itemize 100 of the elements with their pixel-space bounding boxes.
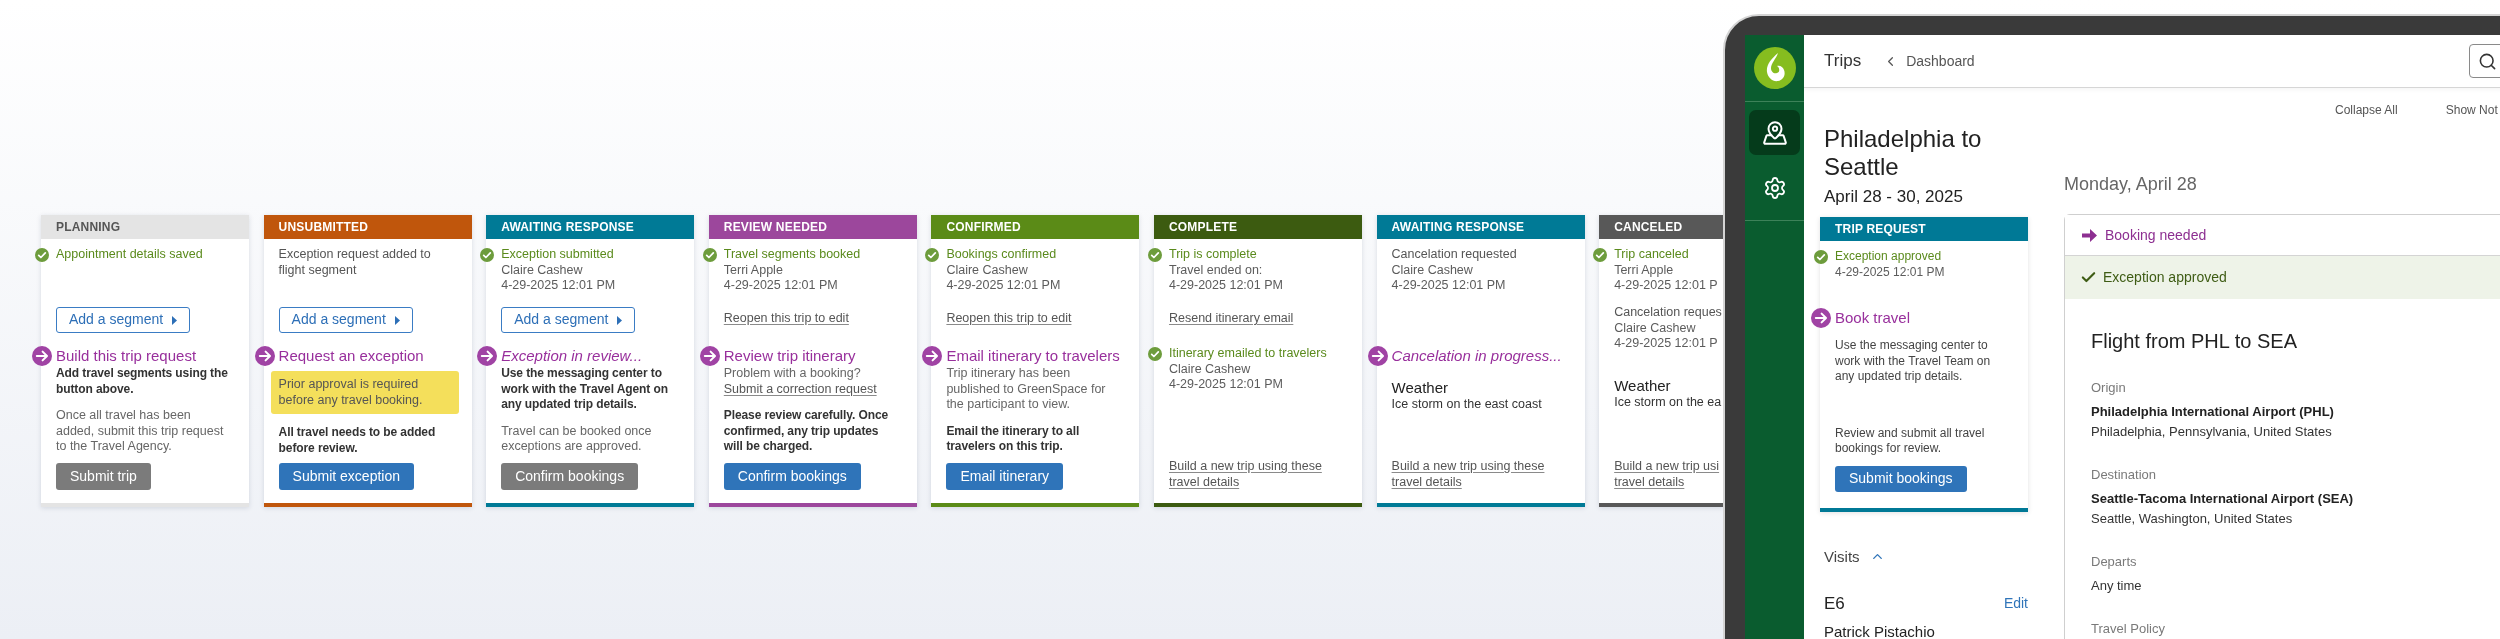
text-link[interactable]: Reopen this trip to edit [946, 311, 1072, 325]
event-title: Bookings confirmed [946, 247, 1058, 263]
banner-text: Exception approved [2103, 268, 2227, 287]
status-header: CONFIRMED [931, 215, 1140, 239]
edit-link[interactable]: Edit [2003, 593, 2028, 614]
event-detail: Claire Cashew [1614, 320, 1697, 336]
instruction-text: Email the itinerary to all travelers on this trip. [946, 423, 1081, 455]
banner-text: Booking needed [2105, 225, 2207, 245]
field-label: Origin [2091, 379, 2127, 397]
event-detail: Claire Cashew [501, 262, 584, 278]
action-button[interactable]: Confirm bookings [723, 463, 861, 490]
next-step-heading: Email itinerary to travelers [946, 347, 1120, 365]
field-value: Seattle-Tacoma International Airport (SEA) [2091, 490, 2355, 508]
event-detail: 4-29-2025 12:01 PM [1168, 278, 1283, 294]
event-detail: 4-29-2025 12:01 PM [723, 278, 839, 294]
event-detail: 4-29-2025 12:01 PM [1835, 264, 1945, 280]
text-link[interactable]: Reopen this trip to edit [723, 311, 849, 325]
text-link[interactable]: Submit a correction request [723, 381, 877, 396]
event-detail: Claire Cashew [1391, 262, 1474, 278]
field-label: Travel Policy [2091, 620, 2166, 638]
event-detail: Terri Apple [1614, 262, 1675, 278]
event-detail: 4-29-2025 12:01 PM [501, 278, 616, 294]
instruction-text: Please review carefully. Once confirmed, any trip updates will be charged. [723, 408, 890, 455]
flame-logo [1753, 47, 1796, 89]
event-detail: 4-29-2025 12:01 PM [1391, 278, 1507, 294]
toolbar-button[interactable]: Show Not [2445, 100, 2498, 120]
event-title: Itinerary emailed to travelers [1168, 346, 1327, 362]
field-label: Destination [2091, 466, 2158, 484]
event-detail: Claire Cashew [1168, 361, 1252, 377]
caret-right-icon [394, 315, 400, 325]
reason-text: Ice storm on the east coast [1391, 397, 1543, 413]
event-title: Appointment details saved [56, 247, 203, 263]
instruction-text: Use the messaging center to work with the Travel Agent on any updated trip details. [501, 366, 669, 413]
toolbar-button[interactable]: Collapse All [2335, 100, 2398, 120]
next-step-heading: Book travel [1835, 309, 1911, 327]
action-button[interactable]: Submit bookings [1835, 465, 1967, 492]
status-header: AWAITING RESPONSE [1376, 215, 1585, 239]
add-segment-button[interactable]: Add a segment [278, 307, 413, 333]
event-title: Cancelation reques [1614, 305, 1722, 321]
page-title: Trips [1824, 50, 1862, 73]
status-header: PLANNING [41, 215, 249, 239]
event-title: Travel segments booked [723, 247, 861, 263]
body-text: Use the messaging center to work with the Travel Team on any updated trip details. [1835, 338, 1992, 385]
settings-icon[interactable] [1762, 176, 1787, 200]
search-icon [2478, 51, 2497, 71]
event-title: Trip is complete [1168, 247, 1258, 263]
segment-title: Flight from PHL to SEA [2091, 329, 2298, 354]
instruction-text: Add travel segments using the button above. [56, 366, 229, 397]
field-detail: Any time [2091, 577, 2143, 595]
hint-text: Travel can be booked once exceptions are approved. [501, 423, 653, 455]
status-header: REVIEW NEEDED [708, 215, 917, 239]
map-icon [1761, 119, 1788, 146]
status-header: COMPLETE [1153, 215, 1362, 239]
trip-title: Philadelphia to Seattle [1824, 125, 1983, 181]
field-label: Departs [2091, 553, 2138, 571]
action-button[interactable]: Email itinerary [946, 463, 1064, 490]
next-step-heading: Build this trip request [56, 347, 197, 365]
caret-right-icon [617, 315, 623, 325]
event-detail: Terri Apple [723, 262, 784, 278]
event-detail: 4-29-2025 12:01 PM [946, 278, 1061, 294]
event-detail: 4-29-2025 12:01 P [1614, 278, 1718, 294]
trip-dates: April 28 - 30, 2025 [1824, 186, 1964, 208]
hint-text: Problem with a booking? [723, 366, 862, 382]
field-detail: Philadelphia, Pennsylvania, United States [2091, 423, 2333, 441]
caret-right-icon [172, 315, 178, 325]
hint-text: Trip itinerary has been published to GreenSpace for the participant to view. [946, 366, 1107, 413]
action-button[interactable]: Submit exception [278, 463, 414, 490]
date-heading: Monday, April 28 [2064, 173, 2198, 196]
event-title: Trip canceled [1614, 247, 1690, 263]
map-button[interactable] [1749, 110, 1800, 155]
field-value: Philadelphia International Airport (PHL) [2091, 403, 2335, 421]
field-detail: Seattle, Washington, United States [2091, 510, 2294, 528]
next-step-heading: Cancelation in progress... [1391, 347, 1562, 365]
event-title: Exception approved [1835, 249, 1943, 265]
event-detail: Claire Cashew [946, 262, 1029, 278]
add-segment-button[interactable]: Add a segment [501, 307, 636, 333]
text-link[interactable]: Build a new trip using these travel details [1168, 459, 1325, 490]
reason-text: Ice storm on the ea [1614, 395, 1723, 411]
add-segment-button[interactable]: Add a segment [56, 307, 191, 333]
event-title: Exception request added to flight segment [278, 247, 432, 278]
body-text: Review and submit all travel bookings for review. [1835, 425, 1986, 457]
status-header: UNSUBMITTED [263, 215, 472, 239]
status-header: CANCELED [1599, 215, 1724, 239]
next-step-heading: Review trip itinerary [723, 347, 856, 365]
traveler-name: Patrick Pistachio [1824, 622, 1936, 639]
reason-title: Weather [1614, 377, 1672, 395]
text-link[interactable]: Build a new trip using these travel details [1391, 459, 1548, 490]
status-header: AWAITING RESPONSE [486, 215, 695, 239]
event-title: Cancelation requested [1391, 247, 1517, 263]
event-title: Exception submitted [501, 247, 615, 263]
arrow-right-icon [2082, 228, 2097, 242]
next-step-heading: Exception in review... [501, 347, 643, 365]
text-link[interactable]: Resend itinerary email [1168, 311, 1294, 325]
event-detail: 4-29-2025 12:01 PM [1168, 377, 1284, 393]
status-header: TRIP REQUEST [1820, 217, 2028, 241]
text-link[interactable]: Build a new trip usi travel details [1614, 459, 1724, 490]
visit-code: E6 [1824, 592, 1845, 615]
breadcrumb-link[interactable]: Dashboard [1906, 50, 1975, 72]
section-heading: Visits [1824, 546, 1860, 567]
hint-text: Once all travel has been added, submit this trip request to the Travel Agency. [56, 408, 225, 455]
